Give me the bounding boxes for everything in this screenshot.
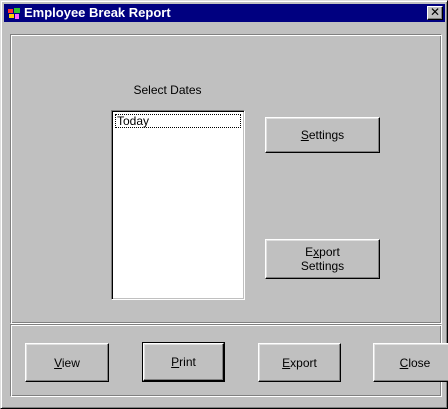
close-label: Close	[399, 355, 431, 370]
app-icon	[8, 8, 20, 19]
close-button[interactable]: Close	[373, 343, 448, 382]
settings-button[interactable]: Settings	[265, 117, 380, 153]
export-settings-button[interactable]: Export Settings	[265, 239, 380, 279]
select-dates-label: Select Dates	[133, 83, 202, 97]
print-button[interactable]: Print	[142, 342, 225, 382]
window-title: Employee Break Report	[24, 5, 171, 20]
list-item-today[interactable]: Today	[115, 114, 241, 128]
title-bar[interactable]: Employee Break Report ✕	[4, 4, 445, 22]
view-button[interactable]: View	[25, 343, 109, 382]
export-label: Export	[282, 355, 317, 370]
close-window-icon[interactable]: ✕	[427, 6, 443, 20]
settings-label: Settings	[300, 128, 345, 142]
report-window: Employee Break Report ✕ Select Dates Tod…	[0, 0, 448, 409]
export-button[interactable]: Export	[258, 343, 341, 382]
export-settings-label: Export Settings	[300, 245, 345, 273]
print-label: Print	[171, 355, 196, 369]
dates-listbox[interactable]: Today	[111, 110, 245, 300]
view-label: View	[54, 355, 80, 370]
